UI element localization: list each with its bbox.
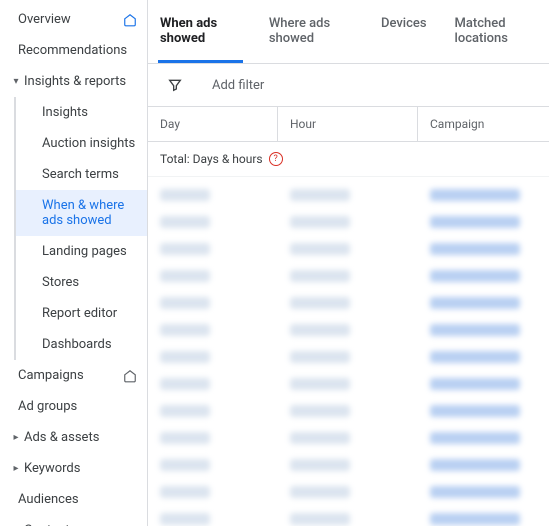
sidebar-label: Keywords	[24, 461, 137, 476]
total-label: Total: Days & hours	[160, 152, 263, 166]
table-row	[160, 343, 537, 370]
home-icon	[123, 13, 137, 27]
filter-bar: Add filter	[148, 64, 549, 106]
caret-down-icon: ▾	[10, 76, 22, 87]
column-header-day[interactable]: Day	[148, 107, 278, 141]
sidebar-item-content[interactable]: ▸ Content	[0, 515, 147, 526]
tab-when-ads-showed[interactable]: When ads showed	[158, 0, 243, 63]
table-row	[160, 289, 537, 316]
sidebar-item-overview[interactable]: Overview	[0, 4, 147, 35]
sidebar-sub-when-where[interactable]: When & where ads showed	[14, 190, 147, 236]
filter-icon[interactable]	[166, 76, 184, 94]
table-row	[160, 370, 537, 397]
table-row	[160, 451, 537, 478]
data-table: Day Hour Campaign Total: Days & hours ?	[148, 106, 549, 526]
sidebar-label: Ad groups	[18, 399, 137, 414]
sidebar-sub-report-editor[interactable]: Report editor	[14, 298, 147, 329]
sidebar-item-ad-groups[interactable]: Ad groups	[0, 391, 147, 422]
sidebar-item-campaigns[interactable]: Campaigns	[0, 360, 147, 391]
table-row	[160, 397, 537, 424]
add-filter-button[interactable]: Add filter	[212, 78, 264, 93]
sidebar-sub-search-terms[interactable]: Search terms	[14, 159, 147, 190]
sidebar-label: Recommendations	[18, 43, 137, 58]
help-icon[interactable]: ?	[269, 152, 283, 166]
sidebar-item-audiences[interactable]: Audiences	[0, 484, 147, 515]
sidebar-label: Audiences	[18, 492, 137, 507]
tab-where-ads-showed[interactable]: Where ads showed	[267, 0, 355, 63]
column-header-campaign[interactable]: Campaign	[418, 107, 549, 141]
table-body-blurred	[148, 177, 549, 526]
sidebar: Overview Recommendations ▾ Insights & re…	[0, 0, 148, 526]
home-icon	[123, 369, 137, 383]
sidebar-item-recommendations[interactable]: Recommendations	[0, 35, 147, 66]
table-row	[160, 208, 537, 235]
table-row	[160, 235, 537, 262]
caret-right-icon: ▸	[10, 432, 22, 443]
table-row	[160, 262, 537, 289]
sidebar-sub-auction[interactable]: Auction insights	[14, 128, 147, 159]
table-row	[160, 316, 537, 343]
table-total-row: Total: Days & hours ?	[148, 142, 549, 177]
sidebar-label: Campaigns	[18, 368, 123, 383]
sidebar-sub-insights[interactable]: Insights	[14, 97, 147, 128]
tab-matched-locations[interactable]: Matched locations	[453, 0, 539, 63]
column-header-hour[interactable]: Hour	[278, 107, 418, 141]
tab-devices[interactable]: Devices	[379, 0, 429, 63]
sidebar-label: Insights & reports	[24, 74, 137, 89]
table-header-row: Day Hour Campaign	[148, 107, 549, 142]
sidebar-sub-landing[interactable]: Landing pages	[14, 236, 147, 267]
sidebar-label: Ads & assets	[24, 430, 137, 445]
tab-bar: When ads showed Where ads showed Devices…	[148, 0, 549, 64]
table-row	[160, 478, 537, 505]
main-content: When ads showed Where ads showed Devices…	[148, 0, 549, 526]
sidebar-item-ads-assets[interactable]: ▸ Ads & assets	[0, 422, 147, 453]
sidebar-item-insights-reports[interactable]: ▾ Insights & reports	[0, 66, 147, 97]
table-row	[160, 424, 537, 451]
sidebar-item-keywords[interactable]: ▸ Keywords	[0, 453, 147, 484]
table-row	[160, 181, 537, 208]
caret-right-icon: ▸	[10, 463, 22, 474]
sidebar-sub-stores[interactable]: Stores	[14, 267, 147, 298]
sidebar-label: Overview	[18, 12, 123, 27]
table-row	[160, 505, 537, 526]
sidebar-sub-dashboards[interactable]: Dashboards	[14, 329, 147, 360]
